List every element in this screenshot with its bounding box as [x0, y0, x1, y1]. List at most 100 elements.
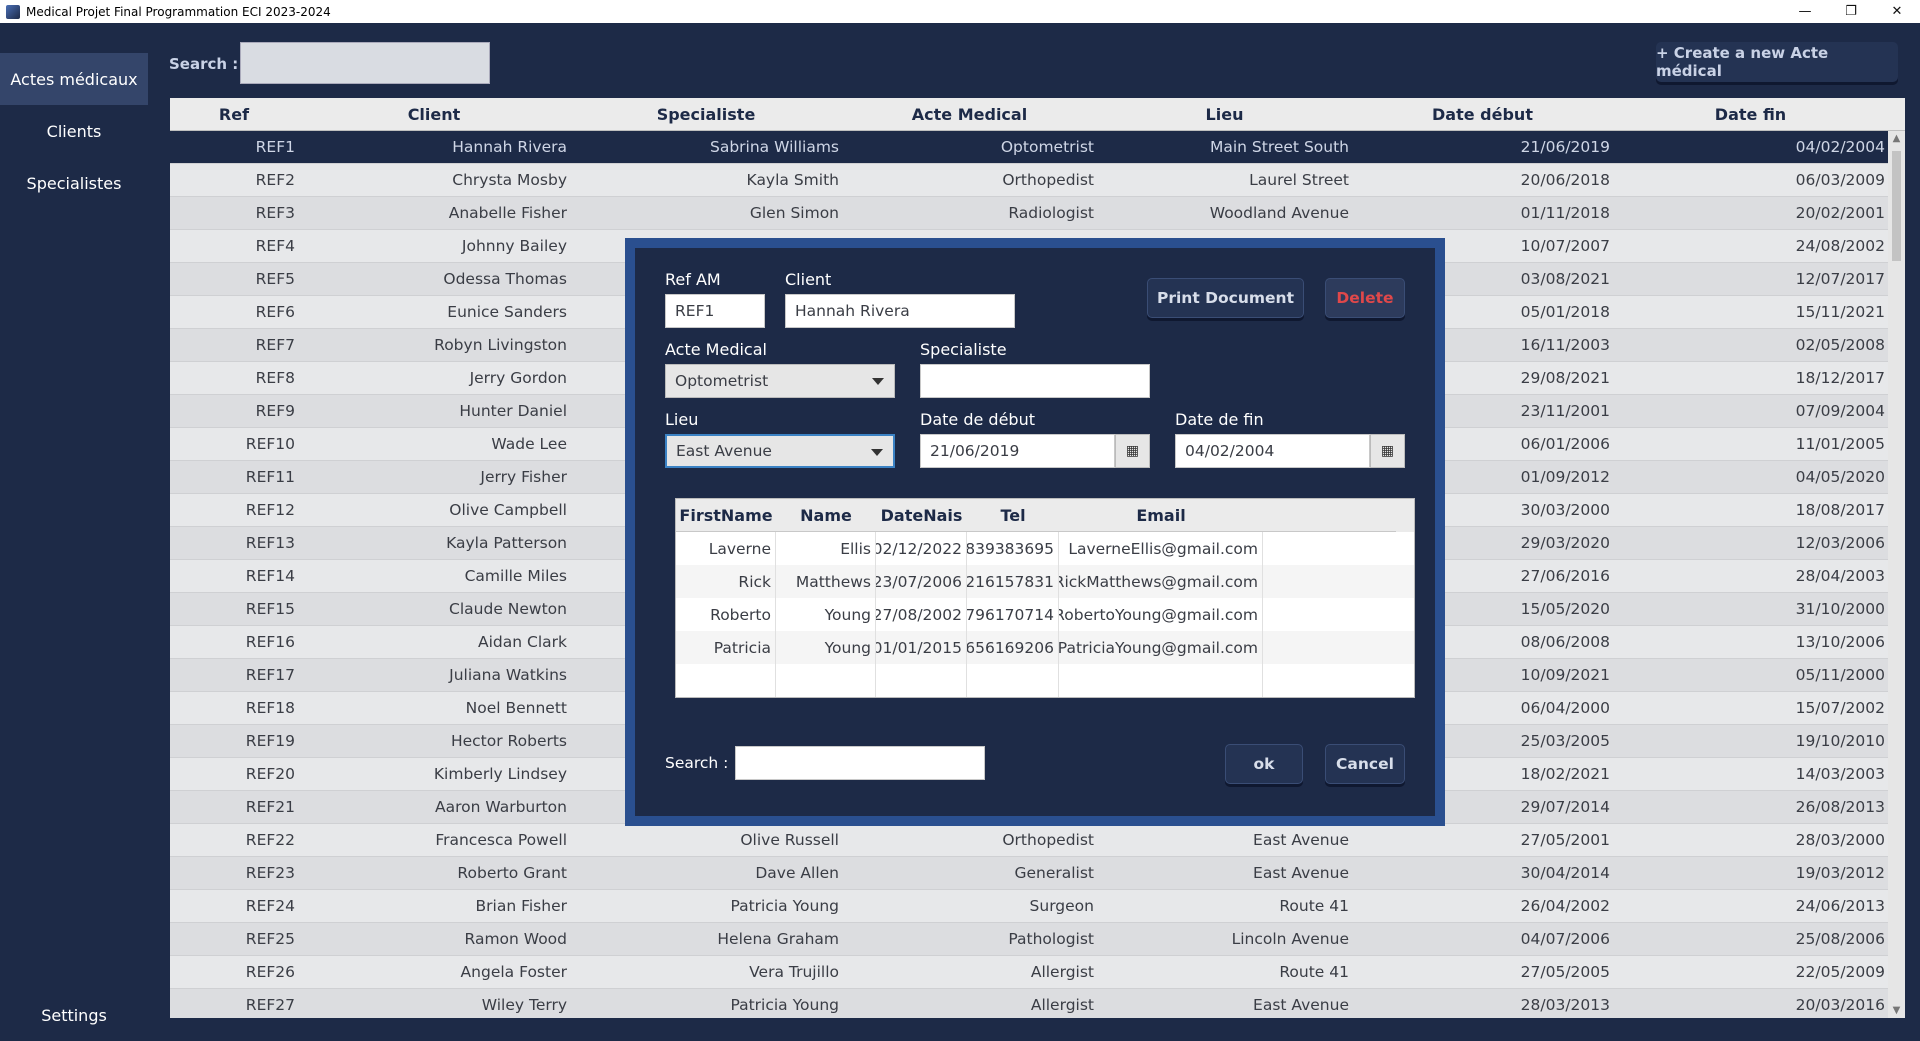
column-header[interactable]: Email	[1059, 499, 1263, 531]
clients-table-body: LaverneEllis02/12/20220839383695LaverneE…	[676, 532, 1414, 697]
table-cell: 20/03/2016	[1795, 996, 1885, 1014]
column-header[interactable]: FirstName	[676, 499, 776, 531]
table-row[interactable]: REF2 Chrysta Mosby Kayla Smith Orthopedist L…	[170, 164, 1905, 197]
table-cell: Hector Roberts	[450, 732, 567, 750]
column-header[interactable]: Client	[298, 98, 570, 130]
table-cell: Brian Fisher	[475, 897, 567, 915]
sidebar-item-specialistes[interactable]: Specialistes	[0, 157, 148, 209]
close-icon[interactable]: ✕	[1874, 0, 1920, 23]
table-cell: 04/02/2004	[1795, 138, 1885, 156]
table-scrollbar[interactable]: ▲ ▼	[1888, 131, 1905, 1018]
delete-button[interactable]: Delete	[1325, 278, 1405, 318]
table-cell: 15/11/2021	[1795, 303, 1885, 321]
table-cell: Young	[776, 631, 876, 664]
list-item[interactable]: RobertoYoung27/08/20020796170714RobertoY…	[676, 598, 1414, 631]
scroll-thumb[interactable]	[1892, 151, 1901, 261]
ref-label: Ref AM	[665, 270, 721, 289]
table-cell: 19/03/2012	[1795, 864, 1885, 882]
acte-medical-select[interactable]: Optometrist	[665, 364, 895, 398]
table-cell: 25/08/2006	[1795, 930, 1885, 948]
date-debut-field[interactable]: 21/06/2019	[920, 434, 1115, 468]
ok-button[interactable]: ok	[1225, 744, 1303, 784]
table-cell: Claude Newton	[449, 600, 567, 618]
column-header[interactable]: Acte Medical	[842, 98, 1097, 130]
table-row[interactable]: REF22 Francesca Powell Olive Russell Orthop…	[170, 824, 1905, 857]
table-cell: 18/12/2017	[1795, 369, 1885, 387]
client-field[interactable]: Hannah Rivera	[785, 294, 1015, 328]
create-acte-button[interactable]: + Create a new Acte médical	[1656, 42, 1898, 82]
ref-field[interactable]: REF1	[665, 294, 765, 328]
column-header[interactable]: DateNais	[876, 499, 967, 531]
table-row[interactable]: REF23 Roberto Grant Dave Allen Generalist Ea…	[170, 857, 1905, 890]
table-cell: 01/01/2015	[876, 631, 967, 664]
table-cell: 04/07/2006	[1520, 930, 1610, 948]
acte-medical-label: Acte Medical	[665, 340, 767, 359]
list-item[interactable]: LaverneEllis02/12/20220839383695LaverneE…	[676, 532, 1414, 565]
sidebar-item-settings[interactable]: Settings	[0, 989, 148, 1041]
table-cell: 31/10/2000	[1795, 600, 1885, 618]
sidebar-item-actes-medicaux[interactable]: Actes médicaux	[0, 53, 148, 105]
table-cell: 01/11/2018	[1520, 204, 1610, 222]
column-header[interactable]: Tel	[967, 499, 1059, 531]
table-cell	[776, 664, 876, 697]
table-row[interactable]: REF27 Wiley Terry Patricia Young Allergist E…	[170, 989, 1905, 1018]
table-cell: 0796170714	[967, 598, 1059, 631]
table-cell: 0839383695	[967, 532, 1059, 565]
dialog-search-input[interactable]	[735, 746, 985, 780]
table-cell: Lincoln Avenue	[1231, 930, 1349, 948]
table-cell: Allergist	[1030, 963, 1094, 981]
table-row[interactable]: REF24 Brian Fisher Patricia Young Surgeon Ro…	[170, 890, 1905, 923]
table-row[interactable]: REF26 Angela Foster Vera Trujillo Allergist…	[170, 956, 1905, 989]
list-item[interactable]: RickMatthews23/07/20060216157831RickMatt…	[676, 565, 1414, 598]
table-cell: Wiley Terry	[481, 996, 567, 1014]
table-cell: RobertoYoung@gmail.com	[1059, 598, 1263, 631]
cancel-button[interactable]: Cancel	[1325, 744, 1405, 784]
date-fin-field[interactable]: 04/02/2004	[1175, 434, 1370, 468]
calendar-icon[interactable]: ▦	[1370, 434, 1405, 468]
table-cell: REF3	[255, 204, 295, 222]
table-cell: 14/03/2003	[1795, 765, 1885, 783]
table-cell: REF13	[245, 534, 295, 552]
column-header[interactable]: Specialiste	[570, 98, 842, 130]
lieu-select[interactable]: East Avenue	[665, 434, 895, 468]
column-header[interactable]: Name	[776, 499, 876, 531]
table-cell: Patricia	[676, 631, 776, 664]
clients-table-scrollbar[interactable]	[1396, 499, 1414, 532]
lieu-label: Lieu	[665, 410, 699, 429]
restore-icon[interactable]: ❐	[1828, 0, 1874, 23]
table-cell: REF27	[245, 996, 295, 1014]
table-header: Ref Client Specialiste Acte Medical Lieu Date…	[170, 98, 1905, 131]
table-cell: REF15	[245, 600, 295, 618]
list-item[interactable]	[676, 664, 1414, 697]
table-cell: LaverneEllis@gmail.com	[1059, 532, 1263, 565]
scroll-down-icon[interactable]: ▼	[1891, 1005, 1902, 1016]
sidebar-item-clients[interactable]: Clients	[0, 105, 148, 157]
table-cell: 20/02/2001	[1795, 204, 1885, 222]
list-item[interactable]: PatriciaYoung01/01/20150656169206Patrici…	[676, 631, 1414, 664]
table-cell: 26/04/2002	[1520, 897, 1610, 915]
search-input[interactable]	[240, 42, 490, 84]
table-cell: REF1	[255, 138, 295, 156]
column-header[interactable]: Date début	[1352, 98, 1613, 130]
table-cell: Radiologist	[1008, 204, 1094, 222]
print-document-button[interactable]: Print Document	[1147, 278, 1304, 318]
table-cell	[967, 664, 1059, 697]
minimize-icon[interactable]: —	[1782, 0, 1828, 23]
table-cell: Matthews	[776, 565, 876, 598]
app-icon	[6, 4, 20, 19]
table-cell: REF4	[255, 237, 295, 255]
table-cell: Sabrina Williams	[710, 138, 839, 156]
calendar-icon[interactable]: ▦	[1115, 434, 1150, 468]
table-row[interactable]: REF1 Hannah Rivera Sabrina Williams Optomet…	[170, 131, 1905, 164]
column-header[interactable]: Date fin	[1613, 98, 1888, 130]
scroll-up-icon[interactable]: ▲	[1891, 133, 1902, 144]
table-row[interactable]: REF25 Ramon Wood Helena Graham Pathologist L…	[170, 923, 1905, 956]
table-row[interactable]: REF3 Anabelle Fisher Glen Simon Radiologist…	[170, 197, 1905, 230]
table-cell: 18/08/2017	[1795, 501, 1885, 519]
column-header[interactable]: Lieu	[1097, 98, 1352, 130]
column-header[interactable]: Ref	[170, 98, 298, 130]
table-cell: Woodland Avenue	[1209, 204, 1349, 222]
table-cell: Robyn Livingston	[434, 336, 567, 354]
table-cell: Dave Allen	[755, 864, 839, 882]
specialiste-field[interactable]	[920, 364, 1150, 398]
